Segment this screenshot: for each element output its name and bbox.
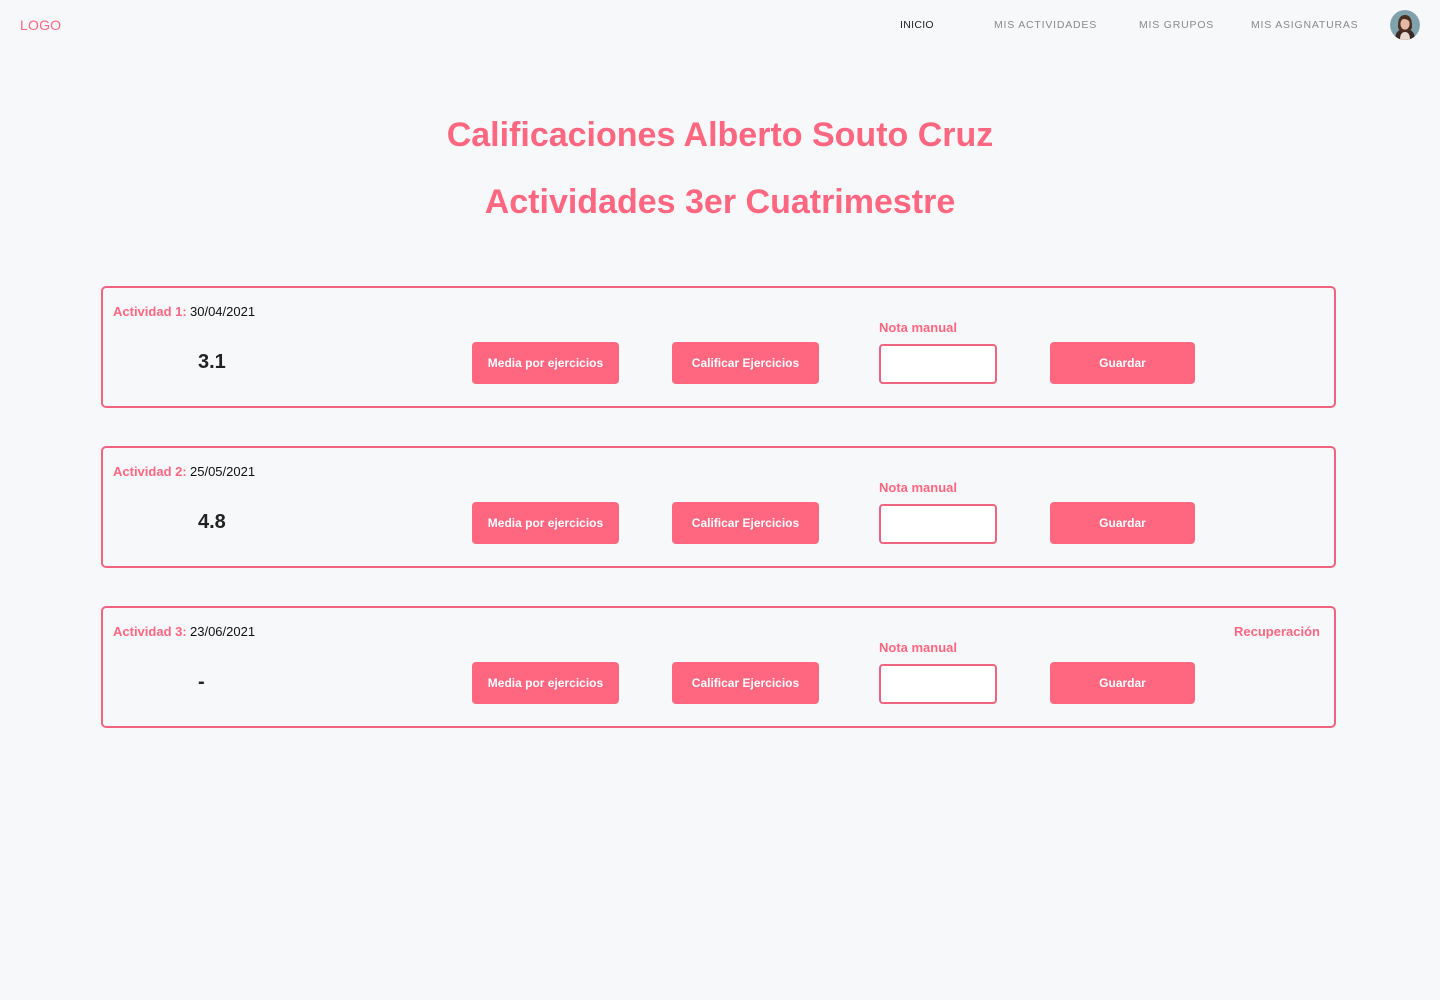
logo[interactable]: LOGO	[20, 17, 61, 33]
media-por-ejercicios-button[interactable]: Media por ejercicios	[472, 502, 619, 544]
calificar-ejercicios-button[interactable]: Calificar Ejercicios	[672, 662, 819, 704]
guardar-button[interactable]: Guardar	[1050, 662, 1195, 704]
activity-date: 23/06/2021	[190, 624, 256, 639]
activity-score: 3.1	[198, 351, 226, 373]
nav-link-mis-asignaturas[interactable]: MIS ASIGNATURAS	[1251, 19, 1359, 31]
user-avatar[interactable]	[1390, 10, 1420, 40]
activity-card: Actividad 1: 30/04/2021 3.1 Media por ej…	[101, 286, 1336, 408]
nota-manual-label: Nota manual	[879, 480, 958, 495]
calificar-ejercicios-button[interactable]: Calificar Ejercicios	[672, 502, 819, 544]
top-navbar: LOGO INICIO MIS ACTIVIDADES MIS GRUPOS M…	[0, 0, 1440, 50]
nota-manual-label: Nota manual	[879, 640, 958, 655]
guardar-button[interactable]: Guardar	[1050, 502, 1195, 544]
activity-date: 25/05/2021	[190, 464, 256, 479]
nav-link-mis-grupos[interactable]: MIS GRUPOS	[1139, 19, 1214, 31]
user-avatar-icon	[1390, 10, 1420, 40]
nota-manual-input[interactable]	[879, 664, 997, 704]
nav-link-mis-actividades[interactable]: MIS ACTIVIDADES	[994, 19, 1097, 31]
activity-score: -	[198, 671, 205, 693]
nav-link-inicio[interactable]: INICIO	[900, 19, 934, 31]
activity-date: 30/04/2021	[190, 304, 256, 319]
page-title: Calificaciones Alberto Souto Cruz	[446, 116, 994, 154]
guardar-button[interactable]: Guardar	[1050, 342, 1195, 384]
media-por-ejercicios-button[interactable]: Media por ejercicios	[472, 662, 619, 704]
nota-manual-label: Nota manual	[879, 320, 958, 335]
activity-card: Actividad 2: 25/05/2021 4.8 Media por ej…	[101, 446, 1336, 568]
nota-manual-input[interactable]	[879, 344, 997, 384]
page-subtitle: Actividades 3er Cuatrimestre	[484, 183, 956, 221]
activity-label: Actividad 3:	[113, 624, 187, 639]
activity-score: 4.8	[198, 511, 226, 533]
activity-card: Actividad 3: 23/06/2021 Recuperación - M…	[101, 606, 1336, 728]
calificar-ejercicios-button[interactable]: Calificar Ejercicios	[672, 342, 819, 384]
activity-label: Actividad 2:	[113, 464, 187, 479]
recuperacion-link[interactable]: Recuperación	[1234, 624, 1320, 639]
nota-manual-input[interactable]	[879, 504, 997, 544]
activity-label: Actividad 1:	[113, 304, 187, 319]
media-por-ejercicios-button[interactable]: Media por ejercicios	[472, 342, 619, 384]
